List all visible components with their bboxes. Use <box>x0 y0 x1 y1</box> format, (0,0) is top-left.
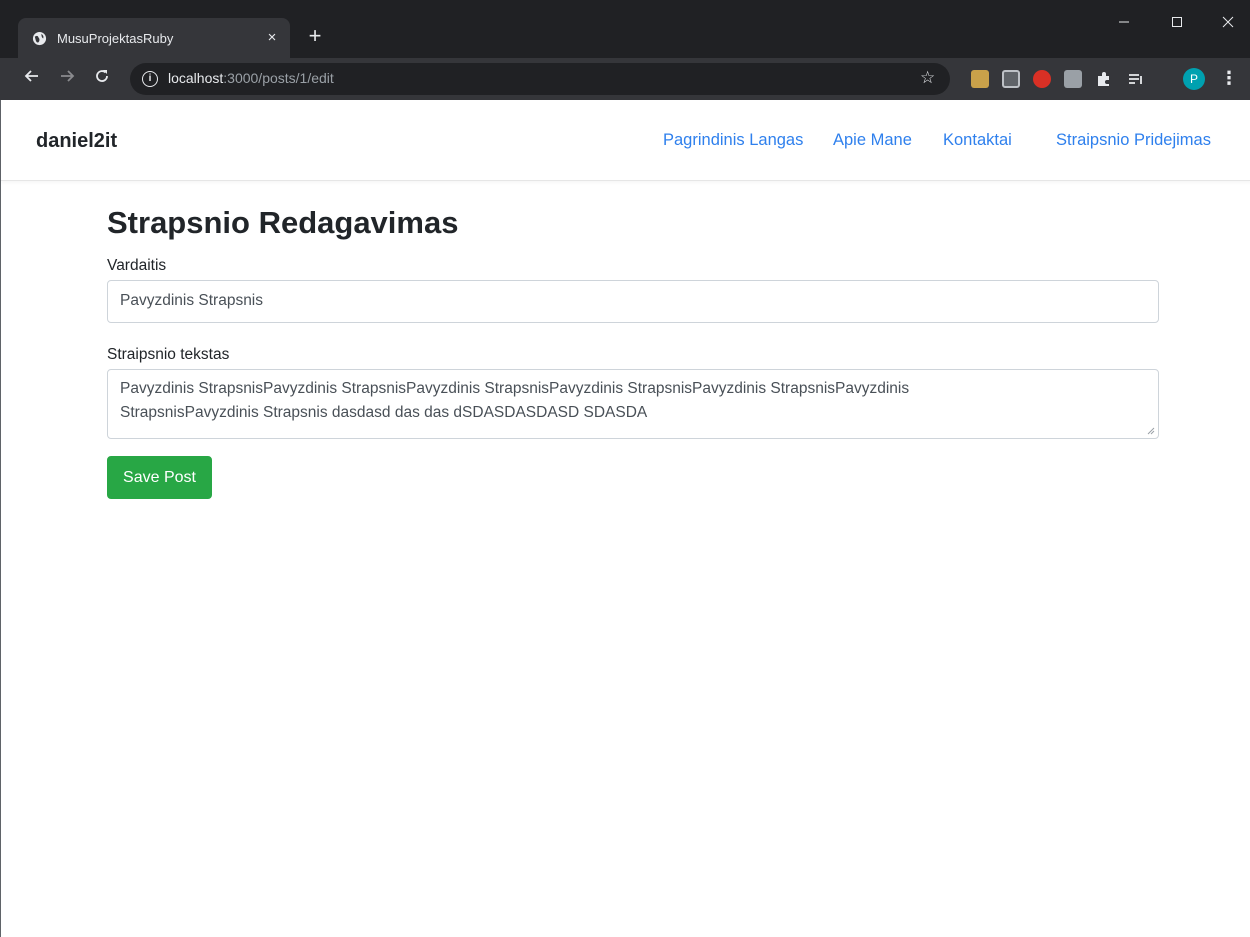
bookmark-star-icon[interactable]: ☆ <box>920 68 935 88</box>
globe-icon <box>32 31 47 46</box>
tab-title: MusuProjektasRuby <box>57 31 174 46</box>
web-page: daniel2it Pagrindinis Langas Apie Mane K… <box>0 100 1250 937</box>
media-queue-icon[interactable] <box>1127 70 1145 88</box>
close-icon[interactable]: × <box>262 28 282 48</box>
name-input[interactable]: Pavyzdinis Strapsnis <box>107 280 1159 323</box>
reload-icon[interactable] <box>90 67 114 91</box>
nav-link-home[interactable]: Pagrindinis Langas <box>663 131 803 150</box>
nav-link-about[interactable]: Apie Mane <box>833 131 912 150</box>
profile-avatar[interactable]: P <box>1183 68 1205 90</box>
extension-stop-icon[interactable] <box>1033 70 1051 88</box>
maximize-icon[interactable] <box>1165 12 1189 36</box>
forward-arrow-icon[interactable] <box>55 67 79 91</box>
browser-toolbar: i localhost:3000/posts/1/edit ☆ P ⋮ <box>0 58 1250 100</box>
minimize-icon[interactable] <box>1112 12 1136 36</box>
page-title: Strapsnio Redagavimas <box>107 205 459 240</box>
back-arrow-icon[interactable] <box>20 67 44 91</box>
address-bar[interactable]: i localhost:3000/posts/1/edit ☆ <box>130 63 950 95</box>
resize-grip-icon[interactable] <box>1147 427 1155 435</box>
extension-face-icon[interactable] <box>971 70 989 88</box>
text-label: Straipsnio tekstas <box>107 346 230 363</box>
text-line-1: Pavyzdinis StrapsnisPavyzdinis Strapsnis… <box>120 380 910 397</box>
address-url[interactable]: localhost:3000/posts/1/edit <box>168 70 334 86</box>
name-input-value: Pavyzdinis Strapsnis <box>120 292 264 309</box>
text-line-2: StrapsnisPavyzdinis Strapsnis dasdasd da… <box>120 404 648 421</box>
nav-link-add-post[interactable]: Straipsnio Pridejimas <box>1056 131 1211 150</box>
site-brand[interactable]: daniel2it <box>36 130 117 153</box>
text-textarea[interactable]: Pavyzdinis StrapsnisPavyzdinis Strapsnis… <box>107 369 1159 439</box>
url-path: :3000/posts/1/edit <box>223 70 334 86</box>
nav-link-contacts[interactable]: Kontaktai <box>943 131 1012 150</box>
new-tab-button[interactable]: + <box>302 24 328 50</box>
name-label: Vardaitis <box>107 257 167 274</box>
browser-tab-strip: MusuProjektasRuby × + <box>0 0 1250 58</box>
save-post-button[interactable]: Save Post <box>107 456 212 499</box>
site-info-icon[interactable]: i <box>142 71 158 87</box>
extension-gray-icon[interactable] <box>1064 70 1082 88</box>
site-navbar: daniel2it Pagrindinis Langas Apie Mane K… <box>1 100 1250 181</box>
more-menu-icon[interactable]: ⋮ <box>1220 66 1238 90</box>
window-close-icon[interactable] <box>1216 12 1240 36</box>
puzzle-icon[interactable] <box>1095 70 1113 88</box>
extension-s-icon[interactable] <box>1002 70 1020 88</box>
browser-tab[interactable]: MusuProjektasRuby × <box>18 18 290 58</box>
url-host: localhost <box>168 70 224 86</box>
